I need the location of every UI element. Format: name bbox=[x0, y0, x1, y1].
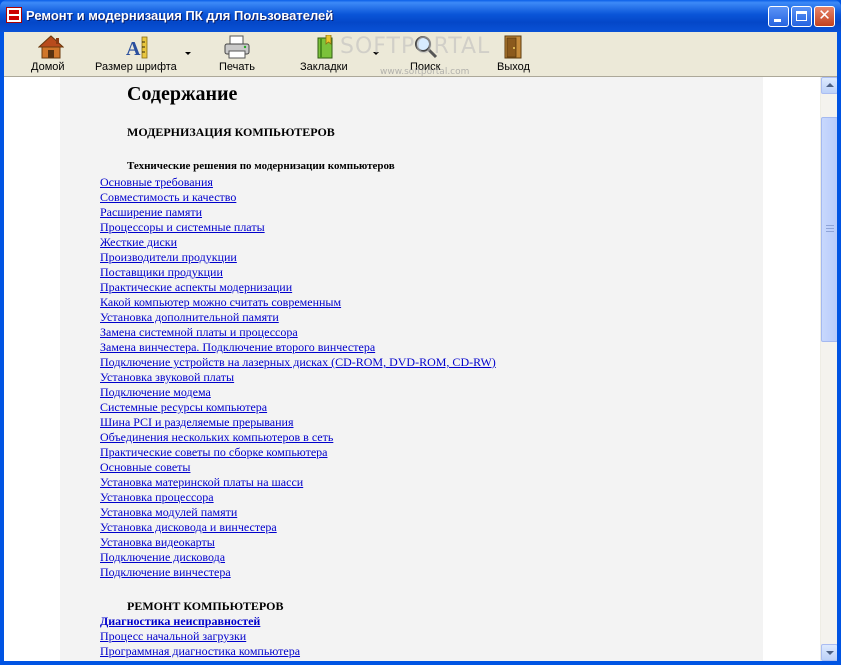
toc-link[interactable]: Подключение винчестера bbox=[100, 565, 231, 579]
toc-link[interactable]: Установка дисковода и винчестера bbox=[100, 520, 277, 534]
scroll-down-button[interactable] bbox=[821, 644, 837, 661]
title-bar[interactable]: Ремонт и модернизация ПК для Пользовател… bbox=[0, 0, 841, 32]
toc-link[interactable]: Процессоры и системные платы bbox=[100, 220, 265, 234]
toc-link[interactable]: Диагностика неисправностей bbox=[100, 614, 260, 628]
toc-link[interactable]: Установка процессора bbox=[100, 490, 214, 504]
toc-link[interactable]: Системные ресурсы компьютера bbox=[100, 400, 267, 414]
home-label: Домой bbox=[31, 61, 65, 73]
exit-label: Выход bbox=[497, 61, 530, 73]
font-size-button[interactable]: A Размер шрифта bbox=[94, 32, 194, 76]
grip-line bbox=[826, 225, 834, 226]
bookmarks-label: Закладки bbox=[300, 61, 348, 73]
toc-link[interactable]: Основные требования bbox=[100, 175, 213, 189]
grip-line bbox=[826, 231, 834, 232]
app-book-icon[interactable] bbox=[6, 7, 22, 23]
content-viewport[interactable]: Содержание МОДЕРНИЗАЦИЯ КОМПЬЮТЕРОВ Техн… bbox=[4, 76, 837, 661]
bookmarks-icon bbox=[317, 35, 333, 59]
exit-door-icon bbox=[504, 35, 522, 59]
toc-link[interactable]: Какой компьютер можно считать современны… bbox=[100, 295, 341, 309]
window-title: Ремонт и модернизация ПК для Пользовател… bbox=[26, 8, 334, 23]
toc-link[interactable]: Программная диагностика компьютера bbox=[100, 644, 300, 658]
print-button[interactable]: Печать bbox=[216, 32, 260, 76]
minimize-icon bbox=[774, 19, 781, 22]
minimize-button[interactable] bbox=[768, 6, 789, 27]
toc-link[interactable]: Поставщики продукции bbox=[100, 265, 223, 279]
font-size-dropdown-arrow[interactable] bbox=[185, 52, 191, 55]
grip-line bbox=[826, 228, 834, 229]
toc-link[interactable]: Замена винчестера. Подключение второго в… bbox=[100, 340, 375, 354]
document-page: Содержание МОДЕРНИЗАЦИЯ КОМПЬЮТЕРОВ Техн… bbox=[60, 77, 763, 661]
home-button[interactable]: Домой bbox=[31, 32, 72, 76]
toc-link[interactable]: Подключение дисковода bbox=[100, 550, 225, 564]
toc-link[interactable]: Установка видеокарты bbox=[100, 535, 215, 549]
chevron-up-icon bbox=[826, 83, 834, 87]
vertical-scrollbar[interactable] bbox=[820, 77, 837, 661]
font-size-label: Размер шрифта bbox=[95, 61, 177, 73]
toc-link[interactable]: Практические советы по сборке компьютера bbox=[100, 445, 328, 459]
page-title: Содержание bbox=[127, 83, 238, 105]
scroll-thumb[interactable] bbox=[821, 117, 837, 342]
maximize-icon bbox=[796, 11, 807, 21]
toc-link[interactable]: Установка материнской платы на шасси bbox=[100, 475, 303, 489]
scroll-up-button[interactable] bbox=[821, 77, 837, 94]
home-icon bbox=[38, 35, 64, 59]
section-title-modernization: МОДЕРНИЗАЦИЯ КОМПЬЮТЕРОВ bbox=[127, 125, 335, 139]
toc-link[interactable]: Подключение модема bbox=[100, 385, 211, 399]
svg-text:A: A bbox=[126, 38, 141, 59]
toc-link[interactable]: Жесткие диски bbox=[100, 235, 177, 249]
toc-link[interactable]: Подключение устройств на лазерных дисках… bbox=[100, 355, 496, 369]
toc-link[interactable]: Совместимость и качество bbox=[100, 190, 236, 204]
exit-button[interactable]: Выход bbox=[494, 32, 534, 76]
watermark-logo: SOFTPORTAL bbox=[340, 34, 491, 59]
close-button[interactable]: ✕ bbox=[814, 6, 835, 27]
toc-link[interactable]: Шина PCI и разделяемые прерывания bbox=[100, 415, 293, 429]
toc-link[interactable]: Объединения нескольких компьютеров в сет… bbox=[100, 430, 333, 444]
toc-link[interactable]: Замена системной платы и процессора bbox=[100, 325, 298, 339]
printer-icon bbox=[224, 35, 250, 59]
close-icon: ✕ bbox=[818, 6, 831, 24]
section-title-repair: РЕМОНТ КОМПЬЮТЕРОВ bbox=[127, 599, 284, 613]
app-window: Ремонт и модернизация ПК для Пользовател… bbox=[0, 0, 841, 665]
toc-link[interactable]: Установка дополнительной памяти bbox=[100, 310, 279, 324]
toc-link[interactable]: Практические аспекты модернизации bbox=[100, 280, 292, 294]
font-size-icon: A bbox=[126, 36, 148, 59]
print-label: Печать bbox=[219, 61, 256, 73]
toc-link[interactable]: Основные советы bbox=[100, 460, 190, 474]
toc-link[interactable]: Установка модулей памяти bbox=[100, 505, 237, 519]
toc-link[interactable]: Установка звуковой платы bbox=[100, 370, 234, 384]
chevron-down-icon bbox=[826, 651, 834, 655]
toc-link[interactable]: Производители продукции bbox=[100, 250, 237, 264]
subsection-title-technical: Технические решения по модернизации комп… bbox=[127, 160, 395, 172]
toc-link[interactable]: Процесс начальной загрузки bbox=[100, 629, 246, 643]
maximize-button[interactable] bbox=[791, 6, 812, 27]
toc-link[interactable]: Расширение памяти bbox=[100, 205, 202, 219]
